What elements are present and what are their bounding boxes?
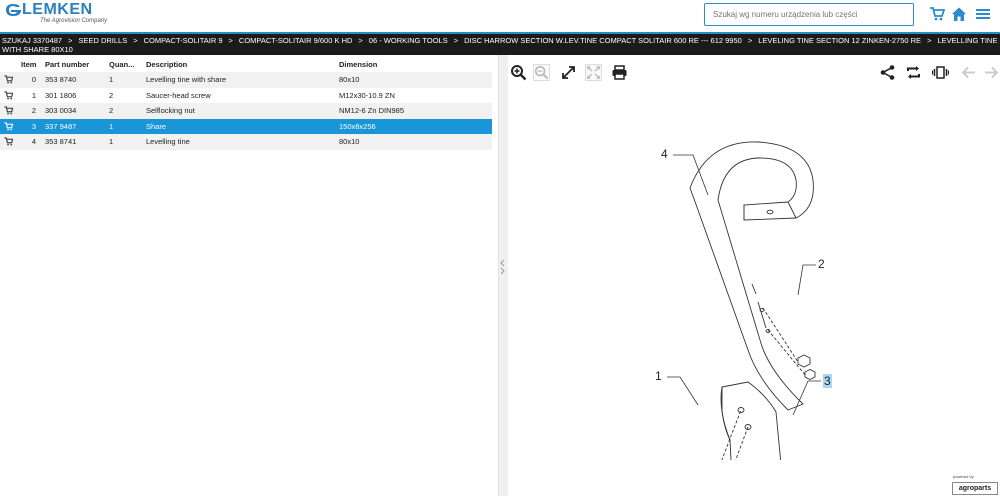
add-to-cart-icon[interactable] (4, 121, 13, 131)
row-quantity: 2 (109, 106, 114, 115)
col-header-part-number[interactable]: Part number (45, 58, 89, 72)
table-row[interactable]: 0 353 8740 1 Levelling tine with share 8… (0, 72, 492, 88)
table-row-selected[interactable]: 3 337 9487 1 Share 150x8x256 (0, 118, 492, 134)
row-dimension: 80x10 (339, 75, 360, 84)
row-part-number: 353 8741 (45, 137, 77, 146)
row-dimension: 150x8x256 (339, 121, 376, 131)
col-header-item[interactable]: Item (21, 58, 36, 72)
row-dimension: 80x10 (339, 137, 360, 146)
agroparts-logo[interactable]: agroparts (952, 482, 998, 495)
row-dimension: NM12-6 Zn DIN985 (339, 106, 405, 115)
row-part-number: 337 9487 (45, 121, 77, 131)
add-to-cart-icon[interactable] (4, 106, 13, 115)
col-header-quantity[interactable]: Quan... (109, 58, 134, 72)
callout-label[interactable]: 1 (655, 369, 662, 383)
breadcrumb-item[interactable]: 06 - WORKING TOOLS (369, 36, 448, 45)
row-part-number: 303 0034 (45, 106, 77, 115)
breadcrumb-item[interactable]: LEVELING TINE SECTION 12 ZINKEN-2750 RE (758, 36, 921, 45)
col-header-description[interactable]: Description (146, 58, 187, 72)
logo-text: LEMKEN (22, 1, 93, 18)
lemken-logo-mark-icon (6, 4, 21, 16)
row-description: Levelling tine with share (146, 75, 227, 84)
splitter-handle-icon[interactable] (499, 259, 506, 275)
refresh-icon[interactable] (905, 64, 922, 81)
table-row[interactable]: 2 303 0034 2 Selflocking nut NM12-6 Zn D… (0, 103, 492, 119)
add-to-cart-icon[interactable] (4, 90, 13, 100)
breadcrumb-item[interactable]: COMPACT-SOLITAIR 9/600 K HD (239, 36, 353, 45)
callout-label[interactable]: 2 (818, 257, 825, 271)
app-header: LEMKEN The Agrovision Company (0, 0, 1000, 32)
table-header: Item Part number Quan... Description Dim… (0, 58, 492, 72)
search-input[interactable] (704, 3, 914, 26)
lemken-logo[interactable]: LEMKEN The Agrovision Company (2, 1, 117, 29)
breadcrumb-item[interactable]: DISC HARROW SECTION W.LEV.TINE COMPACT S… (464, 36, 742, 45)
row-item: 1 (31, 90, 36, 100)
row-quantity: 1 (109, 137, 114, 146)
row-dimension: M12x30-10.9 ZN (339, 90, 395, 100)
row-description: Share (146, 121, 167, 131)
parts-table: Item Part number Quan... Description Dim… (0, 58, 492, 150)
table-row[interactable]: 1 301 1806 2 Saucer-head screw M12x30-10… (0, 88, 492, 104)
add-to-cart-icon[interactable] (4, 137, 13, 146)
powered-by-label: powered by (953, 474, 974, 479)
row-part-number: 301 1806 (45, 90, 77, 100)
row-description: Selflocking nut (146, 106, 195, 115)
add-to-cart-icon[interactable] (4, 75, 13, 84)
print-icon[interactable] (611, 64, 628, 81)
home-icon[interactable] (951, 6, 967, 22)
row-quantity: 1 (109, 121, 114, 131)
row-description: Saucer-head screw (146, 90, 211, 100)
row-item: 4 (31, 137, 36, 146)
callout-label-highlighted[interactable]: 3 (823, 374, 832, 388)
exploded-view-drawing[interactable] (648, 140, 848, 460)
table-row[interactable]: 4 353 8741 1 Levelling tine 80x10 (0, 134, 492, 150)
callout-label[interactable]: 4 (661, 147, 668, 161)
row-description: Levelling tine (146, 137, 190, 146)
breadcrumb-item[interactable]: SZUKAJ 3370487 (2, 36, 62, 45)
zoom-in-icon[interactable] (510, 64, 527, 81)
row-part-number: 353 8740 (45, 75, 77, 84)
row-quantity: 1 (109, 75, 114, 84)
menu-icon[interactable] (975, 6, 991, 22)
zoom-out-icon[interactable] (533, 64, 550, 81)
breadcrumb: SZUKAJ 3370487 > SEED DRILLS > COMPACT-SOLIT… (0, 34, 1000, 55)
carousel-view-icon[interactable] (932, 64, 949, 81)
share-icon[interactable] (879, 64, 896, 81)
row-quantity: 2 (109, 90, 114, 100)
previous-arrow-icon[interactable] (960, 64, 977, 81)
row-item: 2 (31, 106, 36, 115)
fullscreen-icon[interactable] (585, 64, 602, 81)
fit-to-screen-icon[interactable] (560, 64, 577, 81)
row-item: 3 (31, 121, 36, 131)
breadcrumb-item[interactable]: SEED DRILLS (78, 36, 127, 45)
panel-splitter[interactable] (498, 55, 508, 496)
next-arrow-icon[interactable] (983, 64, 1000, 81)
row-item: 0 (31, 75, 36, 84)
logo-subtitle: The Agrovision Company (40, 18, 108, 24)
drawing-viewer: 4 2 1 3 (508, 55, 1000, 496)
breadcrumb-item[interactable]: COMPACT-SOLITAIR 9 (144, 36, 223, 45)
cart-icon[interactable] (929, 6, 945, 22)
col-header-dimension[interactable]: Dimension (339, 58, 377, 72)
